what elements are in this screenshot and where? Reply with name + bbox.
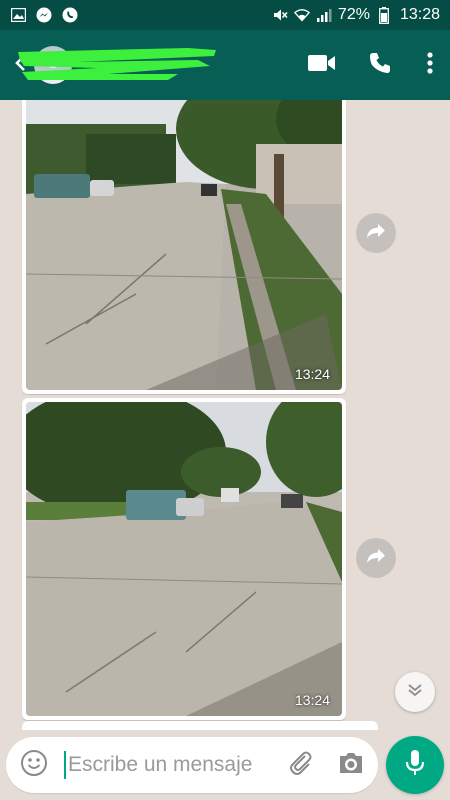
video-call-icon — [308, 54, 336, 77]
street-photo[interactable]: 13:24 — [26, 402, 342, 716]
signal-icon — [316, 7, 332, 23]
next-message-edge — [22, 721, 378, 730]
scroll-to-bottom-button[interactable] — [395, 672, 435, 712]
message-time: 13:24 — [294, 692, 330, 708]
more-options-button[interactable] — [424, 51, 436, 79]
video-call-button[interactable] — [308, 51, 336, 79]
voice-message-button[interactable] — [386, 736, 444, 794]
phone-icon — [368, 51, 392, 80]
forward-icon — [366, 548, 386, 569]
street-photo[interactable]: 13:24 — [26, 100, 342, 390]
attach-icon — [288, 750, 314, 781]
whatsapp-icon — [62, 7, 78, 23]
message-time: 13:24 — [294, 366, 330, 382]
forward-button[interactable] — [356, 213, 396, 253]
more-vert-icon — [427, 51, 433, 79]
wifi-icon — [293, 7, 310, 23]
message-input[interactable] — [68, 753, 268, 777]
camera-button[interactable] — [336, 750, 366, 780]
emoji-icon — [20, 749, 48, 782]
mic-icon — [404, 749, 426, 782]
double-chevron-down-icon — [407, 683, 423, 702]
clock: 13:28 — [399, 6, 440, 23]
image-message[interactable]: 13:24 — [22, 100, 346, 394]
image-message[interactable]: 13:24 — [22, 398, 346, 720]
messenger-icon — [36, 7, 52, 23]
chat-area[interactable]: 13:24 13:24 — [0, 100, 450, 730]
message-composer — [6, 737, 378, 793]
status-bar: 72% 13:28 — [0, 0, 450, 30]
battery-percentage: 72% — [337, 6, 370, 23]
forward-icon — [366, 223, 386, 244]
gallery-icon — [10, 7, 26, 23]
camera-icon — [338, 751, 364, 780]
text-cursor — [64, 751, 66, 779]
chat-header — [0, 30, 450, 100]
voice-call-button[interactable] — [366, 51, 394, 79]
attach-button[interactable] — [286, 750, 316, 780]
contact-name-redacted[interactable] — [18, 46, 218, 82]
mute-icon — [272, 7, 288, 23]
battery-icon — [376, 6, 392, 24]
emoji-button[interactable] — [18, 749, 50, 781]
forward-button[interactable] — [356, 538, 396, 578]
